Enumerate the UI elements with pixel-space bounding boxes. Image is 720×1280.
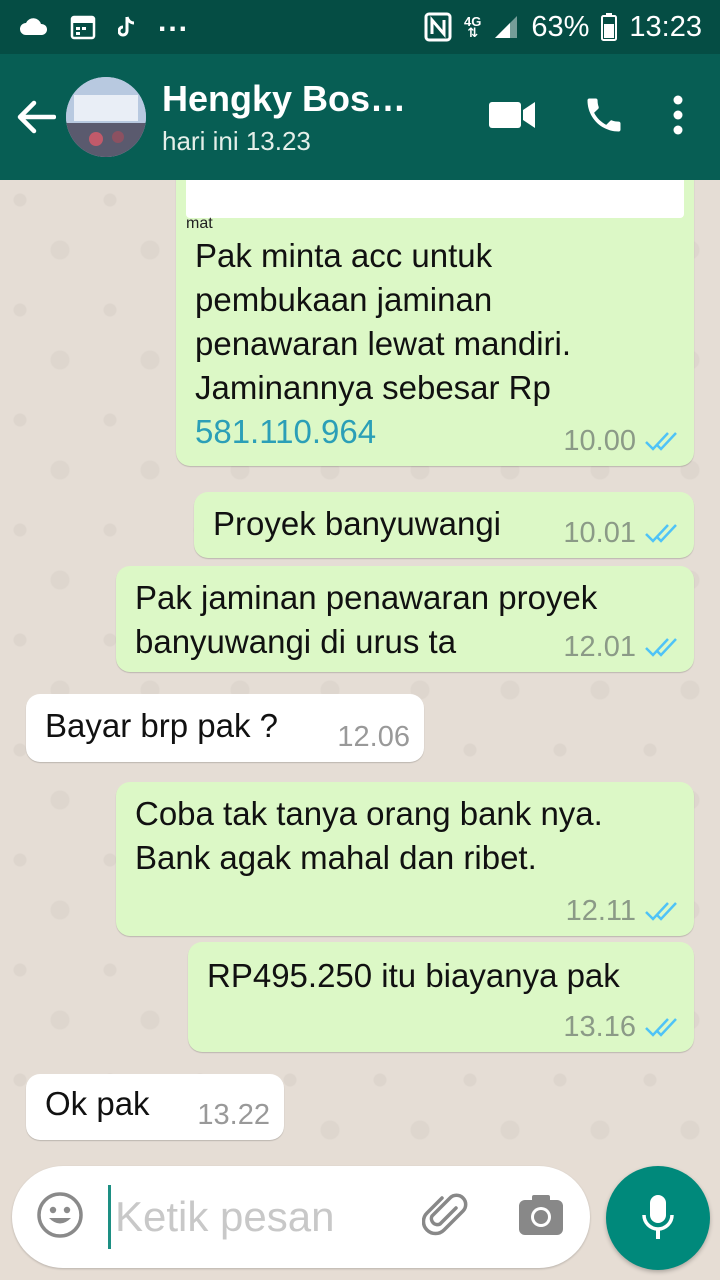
- last-seen: hari ini 13.23: [162, 125, 311, 156]
- read-ticks-icon: [645, 638, 677, 657]
- phone-icon[interactable]: [582, 93, 626, 142]
- calendar-icon: [70, 14, 96, 40]
- contact-name: Hengky Bos…: [162, 77, 407, 119]
- signal-icon: [493, 14, 519, 40]
- text-cursor: [108, 1185, 111, 1249]
- more-notifications: ...: [158, 5, 190, 38]
- read-ticks-icon: [645, 1018, 677, 1037]
- read-ticks-icon: [645, 432, 677, 451]
- message-text: Ok pak: [45, 1085, 150, 1122]
- message-link[interactable]: 581.110.964: [195, 410, 376, 454]
- message-time: 13.16: [563, 1011, 636, 1043]
- avatar-photo: [66, 77, 146, 157]
- image-preview[interactable]: [186, 180, 684, 218]
- nfc-icon: [424, 12, 452, 42]
- message-text: Proyek banyuwangi: [213, 505, 502, 542]
- message-outgoing[interactable]: Proyek banyuwangi 10.01: [194, 492, 694, 558]
- video-call-icon[interactable]: [488, 99, 536, 136]
- more-vert-icon[interactable]: [672, 95, 684, 140]
- contact-info[interactable]: Hengky Bos… hari ini 13.23: [162, 78, 422, 157]
- message-time: 10.00: [563, 425, 636, 457]
- message-input[interactable]: Ketik pesan: [115, 1193, 334, 1241]
- attachment-icon[interactable]: [421, 1190, 472, 1245]
- back-button[interactable]: [6, 54, 66, 180]
- message-text: Bayar brp pak ?: [45, 707, 278, 744]
- message-text: RP495.250 itu biayanya pak: [207, 957, 620, 994]
- read-ticks-icon: [645, 902, 677, 921]
- message-time: 12.11: [565, 895, 636, 927]
- message-text: Coba tak tanya orang bank nya. Bank agak…: [135, 795, 603, 876]
- avatar[interactable]: [66, 77, 146, 157]
- message-time: 10.01: [563, 517, 636, 549]
- mic-icon: [642, 1195, 674, 1239]
- message-outgoing[interactable]: mat Pak minta acc untuk pembukaan jamina…: [176, 180, 694, 466]
- message-incoming[interactable]: Ok pak 13.22: [26, 1074, 284, 1140]
- message-outgoing[interactable]: Coba tak tanya orang bank nya. Bank agak…: [116, 782, 694, 936]
- message-incoming[interactable]: Bayar brp pak ? 12.06: [26, 694, 424, 762]
- message-time: 12.06: [337, 721, 410, 753]
- cloud-icon: [18, 17, 48, 37]
- message-text: Pak minta acc untuk pembukaan jaminan pe…: [195, 237, 572, 406]
- battery-percent: 63%: [531, 10, 590, 43]
- message-composer[interactable]: Ketik pesan: [12, 1166, 590, 1268]
- clock: 13:23: [629, 10, 702, 43]
- chat-header: Hengky Bos… hari ini 13.23: [0, 54, 720, 180]
- battery-icon: [601, 13, 618, 41]
- message-time: 13.22: [197, 1099, 270, 1131]
- network-type: 4G ⇅: [464, 14, 482, 40]
- message-outgoing[interactable]: Pak jaminan penawaran proyek banyuwangi …: [116, 566, 694, 672]
- read-ticks-icon: [645, 524, 677, 543]
- status-bar: ... 4G ⇅ 63% 13:23: [0, 0, 720, 54]
- message-list[interactable]: mat Pak minta acc untuk pembukaan jamina…: [0, 180, 720, 1160]
- emoji-icon[interactable]: [36, 1191, 84, 1244]
- message-text: Pak jaminan penawaran proyek banyuwangi …: [135, 579, 598, 660]
- camera-icon[interactable]: [518, 1194, 564, 1241]
- back-arrow-icon: [17, 100, 56, 134]
- tiktok-icon: [118, 16, 136, 38]
- message-outgoing[interactable]: RP495.250 itu biayanya pak 13.16: [188, 942, 694, 1052]
- message-time: 12.01: [563, 631, 636, 663]
- mic-button[interactable]: [606, 1166, 710, 1270]
